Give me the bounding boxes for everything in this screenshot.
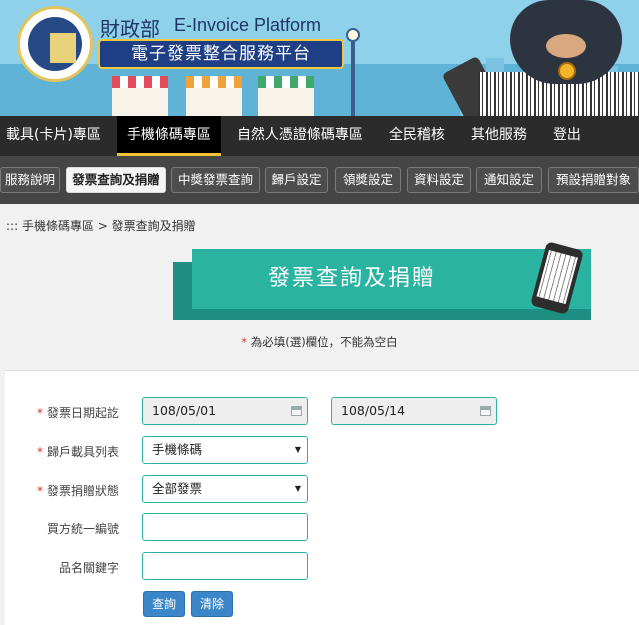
- required-star: *: [36, 445, 43, 459]
- header-banner: 財政部 E-Invoice Platform 電子發票整合服務平台: [0, 0, 639, 116]
- site-title-en: E-Invoice Platform: [174, 15, 322, 35]
- ministry-logo[interactable]: [17, 6, 93, 82]
- keyword-input[interactable]: [142, 552, 308, 580]
- subnav-invoice-query-donation[interactable]: 發票查詢及捐贈: [66, 167, 166, 193]
- shop-illustration: [186, 76, 242, 116]
- chevron-down-icon: ▼: [294, 484, 301, 493]
- buyer-id-input[interactable]: [142, 513, 308, 541]
- subnav-notify-settings[interactable]: 通知設定: [476, 167, 542, 193]
- date-start-input[interactable]: 108/05/01: [142, 397, 308, 425]
- site-title-zh: 財政部: [100, 17, 160, 41]
- date-range-label-text: 發票日期起訖: [46, 406, 119, 420]
- donation-status-label: * 發票捐贈狀態: [4, 482, 119, 499]
- buyer-id-label: 買方統一編號: [46, 522, 119, 536]
- subnav-carrier-merge[interactable]: 歸戶設定: [265, 167, 328, 193]
- calendar-icon[interactable]: [291, 406, 302, 416]
- site-subtitle: 電子發票整合服務平台: [98, 39, 344, 69]
- carrier-label-text: 歸戶載具列表: [46, 445, 119, 459]
- main-nav: 載具(卡片)專區 手機條碼專區 自然人憑證條碼專區 全民稽核 其他服務 登出: [0, 116, 639, 156]
- street-lamp: [351, 34, 355, 116]
- calendar-icon[interactable]: [480, 406, 491, 416]
- carrier-select[interactable]: 手機條碼 ▼: [142, 436, 308, 464]
- subnav-default-donee[interactable]: 預設捐贈對象: [548, 167, 639, 193]
- required-star: *: [241, 335, 248, 349]
- query-button[interactable]: 查詢: [143, 591, 185, 617]
- nav-carrier-card[interactable]: 載具(卡片)專區: [0, 116, 111, 156]
- carrier-label: * 歸戶載具列表: [4, 443, 119, 460]
- date-start-value: 108/05/01: [152, 403, 217, 418]
- keyword-label: 品名關鍵字: [58, 561, 119, 575]
- date-end-value: 108/05/14: [341, 403, 406, 418]
- subnav-winning-invoice[interactable]: 中獎發票查詢: [171, 167, 260, 193]
- required-note: * 為必填(選)欄位，不能為空白: [0, 334, 639, 350]
- subnav-service-info[interactable]: 服務說明: [0, 167, 60, 193]
- nav-public-audit[interactable]: 全民稽核: [379, 116, 455, 156]
- chevron-down-icon: ▼: [294, 445, 301, 454]
- carrier-select-value: 手機條碼: [152, 442, 203, 457]
- subnav-prize-settings[interactable]: 領獎設定: [335, 167, 401, 193]
- date-end-input[interactable]: 108/05/14: [331, 397, 497, 425]
- bear-mascot: [510, 0, 622, 84]
- nav-citizen-certificate[interactable]: 自然人憑證條碼專區: [227, 116, 373, 156]
- clear-button[interactable]: 清除: [191, 591, 233, 617]
- required-star: *: [36, 406, 43, 420]
- date-range-label: * 發票日期起訖: [4, 404, 119, 421]
- nav-logout[interactable]: 登出: [543, 116, 591, 156]
- breadcrumb: ::: 手機條碼專區 > 發票查詢及捐贈: [6, 219, 196, 233]
- sub-nav: 服務說明 發票查詢及捐贈 中獎發票查詢 歸戶設定 領獎設定 資料設定 通知設定 …: [0, 156, 639, 204]
- donation-status-label-text: 發票捐贈狀態: [46, 484, 119, 498]
- subnav-data-settings[interactable]: 資料設定: [407, 167, 471, 193]
- donation-status-select[interactable]: 全部發票 ▼: [142, 475, 308, 503]
- coin-icon: [558, 62, 576, 80]
- nav-mobile-barcode[interactable]: 手機條碼專區: [116, 116, 221, 156]
- donation-status-value: 全部發票: [152, 481, 203, 496]
- required-note-text: 為必填(選)欄位，不能為空白: [250, 335, 398, 349]
- page-title: 發票查詢及捐贈: [267, 266, 436, 291]
- street-lamp-head: [346, 28, 360, 42]
- required-star: *: [36, 484, 43, 498]
- shop-illustration: [258, 76, 314, 116]
- shop-illustration: [112, 76, 168, 116]
- nav-other-services[interactable]: 其他服務: [461, 116, 537, 156]
